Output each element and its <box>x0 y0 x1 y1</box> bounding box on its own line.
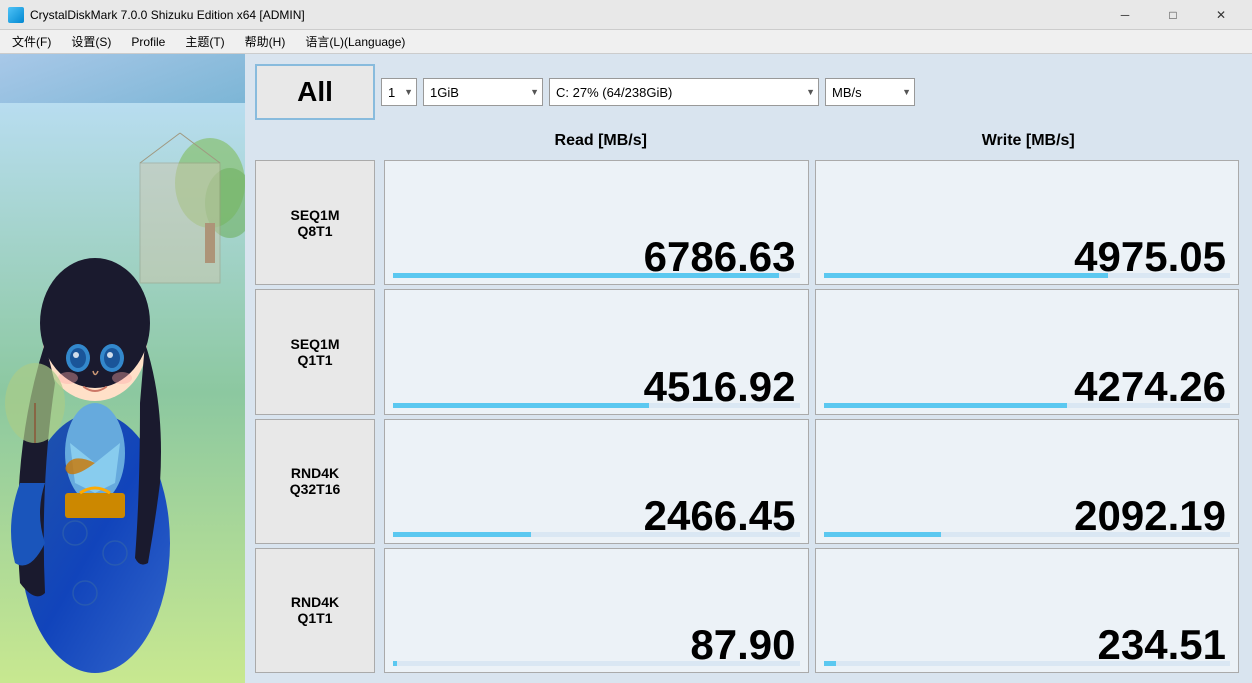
row-label-rnd4k-q32t16: RND4K Q32T16 <box>255 419 375 544</box>
menu-file[interactable]: 文件(F) <box>4 31 59 52</box>
title-bar-text: CrystalDiskMark 7.0.0 Shizuku Edition x6… <box>30 8 1102 22</box>
write-cell-rnd4k-q32t16: 2092.19 <box>815 419 1240 544</box>
write-cell-seq1m-q8t1: 4975.05 <box>815 160 1240 285</box>
write-progress-rnd4k-q1t1 <box>824 661 1231 666</box>
read-cell-seq1m-q8t1: 6786.63 <box>384 160 809 285</box>
background-image <box>0 54 245 683</box>
unit-dropdown[interactable]: MB/s GB/s IOPS μs <box>825 78 915 106</box>
size-dropdown[interactable]: 1GiB 512MiB 256MiB 64MiB 32MiB 16MiB <box>423 78 543 106</box>
read-progress-fill-rnd4k-q32t16 <box>393 532 531 537</box>
read-progress-seq1m-q8t1 <box>393 273 800 278</box>
write-progress-fill-rnd4k-q1t1 <box>824 661 836 666</box>
read-value-seq1m-q8t1: 6786.63 <box>644 236 796 278</box>
row-label-seq1m-q1t1: SEQ1M Q1T1 <box>255 289 375 414</box>
read-value-rnd4k-q1t1: 87.90 <box>690 624 795 666</box>
app-icon <box>8 7 24 23</box>
write-value-seq1m-q1t1: 4274.26 <box>1074 366 1226 408</box>
column-headers: Read [MB/s] Write [MB/s] <box>381 128 1242 154</box>
minimize-button[interactable]: ─ <box>1102 0 1148 30</box>
write-cell-seq1m-q1t1: 4274.26 <box>815 289 1240 414</box>
content-panel: All 1 3 5 9 1GiB 512MiB 256MiB 64MiB 32M… <box>245 54 1252 683</box>
all-button[interactable]: All <box>255 64 375 120</box>
read-header: Read [MB/s] <box>387 128 815 154</box>
row-label-rnd4k-q1t1: RND4K Q1T1 <box>255 548 375 673</box>
write-header: Write [MB/s] <box>815 128 1243 154</box>
read-cell-rnd4k-q1t1: 87.90 <box>384 548 809 673</box>
benchmark-table: SEQ1M Q8T1 6786.63 4975.05 SEQ1M Q1T1 45… <box>255 160 1242 673</box>
window-controls: ─ □ ✕ <box>1102 0 1244 30</box>
read-value-seq1m-q1t1: 4516.92 <box>644 366 796 408</box>
write-value-rnd4k-q32t16: 2092.19 <box>1074 495 1226 537</box>
benchmark-row-seq1m-q8t1: SEQ1M Q8T1 6786.63 4975.05 <box>255 160 1242 285</box>
write-cell-rnd4k-q1t1: 234.51 <box>815 548 1240 673</box>
read-value-rnd4k-q32t16: 2466.45 <box>644 495 796 537</box>
write-progress-seq1m-q1t1 <box>824 403 1231 408</box>
drive-dropdown-wrapper[interactable]: C: 27% (64/238GiB) <box>549 78 819 106</box>
row-label-seq1m-q8t1: SEQ1M Q8T1 <box>255 160 375 285</box>
close-button[interactable]: ✕ <box>1198 0 1244 30</box>
menu-language[interactable]: 语言(L)(Language) <box>297 31 413 52</box>
write-progress-rnd4k-q32t16 <box>824 532 1231 537</box>
count-dropdown[interactable]: 1 3 5 9 <box>381 78 417 106</box>
menu-theme[interactable]: 主题(T) <box>177 31 232 52</box>
title-bar: CrystalDiskMark 7.0.0 Shizuku Edition x6… <box>0 0 1252 30</box>
menu-settings[interactable]: 设置(S) <box>63 31 119 52</box>
size-dropdown-wrapper[interactable]: 1GiB 512MiB 256MiB 64MiB 32MiB 16MiB <box>423 78 543 106</box>
write-progress-fill-seq1m-q8t1 <box>824 273 1109 278</box>
read-progress-fill-seq1m-q1t1 <box>393 403 649 408</box>
read-progress-fill-seq1m-q8t1 <box>393 273 779 278</box>
read-progress-fill-rnd4k-q1t1 <box>393 661 397 666</box>
top-controls: All 1 3 5 9 1GiB 512MiB 256MiB 64MiB 32M… <box>255 64 1242 120</box>
read-progress-seq1m-q1t1 <box>393 403 800 408</box>
menu-bar: 文件(F) 设置(S) Profile 主题(T) 帮助(H) 语言(L)(La… <box>0 30 1252 54</box>
unit-dropdown-wrapper[interactable]: MB/s GB/s IOPS μs <box>825 78 915 106</box>
maximize-button[interactable]: □ <box>1150 0 1196 30</box>
write-value-seq1m-q8t1: 4975.05 <box>1074 236 1226 278</box>
read-progress-rnd4k-q1t1 <box>393 661 800 666</box>
main-area: All 1 3 5 9 1GiB 512MiB 256MiB 64MiB 32M… <box>0 54 1252 683</box>
read-cell-seq1m-q1t1: 4516.92 <box>384 289 809 414</box>
benchmark-row-seq1m-q1t1: SEQ1M Q1T1 4516.92 4274.26 <box>255 289 1242 414</box>
benchmark-row-rnd4k-q1t1: RND4K Q1T1 87.90 234.51 <box>255 548 1242 673</box>
read-progress-rnd4k-q32t16 <box>393 532 800 537</box>
benchmark-row-rnd4k-q32t16: RND4K Q32T16 2466.45 2092.19 <box>255 419 1242 544</box>
write-progress-seq1m-q8t1 <box>824 273 1231 278</box>
read-cell-rnd4k-q32t16: 2466.45 <box>384 419 809 544</box>
menu-help[interactable]: 帮助(H) <box>237 31 294 52</box>
menu-profile[interactable]: Profile <box>123 33 173 51</box>
write-progress-fill-seq1m-q1t1 <box>824 403 1068 408</box>
write-value-rnd4k-q1t1: 234.51 <box>1098 624 1226 666</box>
drive-dropdown[interactable]: C: 27% (64/238GiB) <box>549 78 819 106</box>
count-dropdown-wrapper[interactable]: 1 3 5 9 <box>381 78 417 106</box>
write-progress-fill-rnd4k-q32t16 <box>824 532 942 537</box>
